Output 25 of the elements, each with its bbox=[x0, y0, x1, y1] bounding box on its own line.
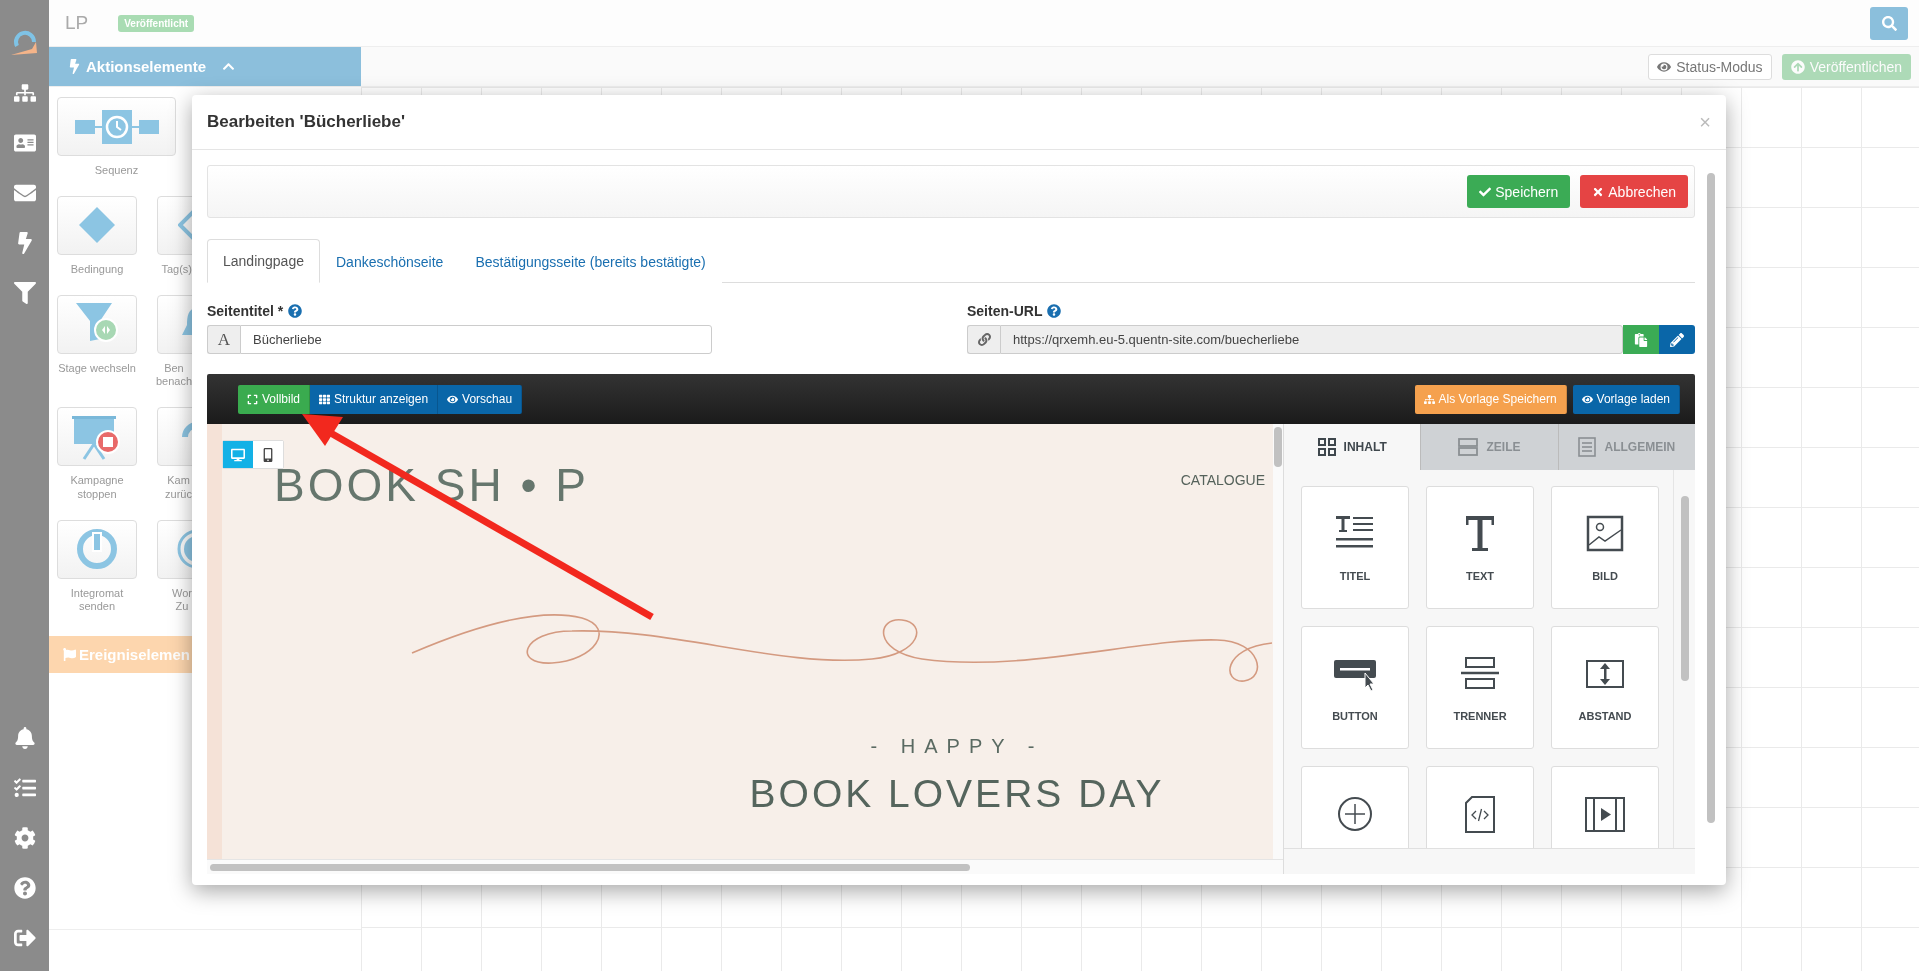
element-label: Sequenz bbox=[94, 164, 139, 178]
status-badge: Veröffentlicht bbox=[118, 14, 195, 32]
element-label: Tag(s) bbox=[161, 262, 192, 277]
element-label: Stage wechseln bbox=[58, 361, 136, 376]
element-label: Kampagne stoppen bbox=[70, 474, 124, 502]
element-label: Kam zurüc bbox=[165, 474, 192, 502]
block-label: BUTTON bbox=[1332, 710, 1378, 722]
element-label: Integromat senden bbox=[70, 586, 124, 614]
block-label: ABSTAND bbox=[1578, 710, 1632, 722]
block-label: BILD bbox=[1592, 570, 1618, 582]
dialog-title: Bearbeiten 'Bücherliebe' bbox=[207, 112, 405, 132]
headline: BOOK LOVERS DAY bbox=[749, 772, 1165, 816]
palette-title: Aktionselemente bbox=[86, 58, 207, 75]
field-label: Seiten-URL bbox=[967, 303, 1043, 319]
kicker-text: - HAPPY - bbox=[870, 735, 1044, 758]
section-title: Ereigniselemen bbox=[79, 646, 190, 663]
field-label: Seitentitel * bbox=[207, 303, 284, 319]
text-addon: A bbox=[207, 325, 240, 354]
element-label: Wor Zu bbox=[172, 586, 192, 614]
block-label: TITEL bbox=[1339, 570, 1371, 582]
page-title: LP bbox=[65, 12, 89, 34]
element-label: Bedingung bbox=[70, 262, 124, 277]
block-label: TRENNER bbox=[1453, 710, 1507, 722]
element-label: Ben benach bbox=[155, 361, 192, 389]
block-label: TEXT bbox=[1465, 570, 1495, 582]
